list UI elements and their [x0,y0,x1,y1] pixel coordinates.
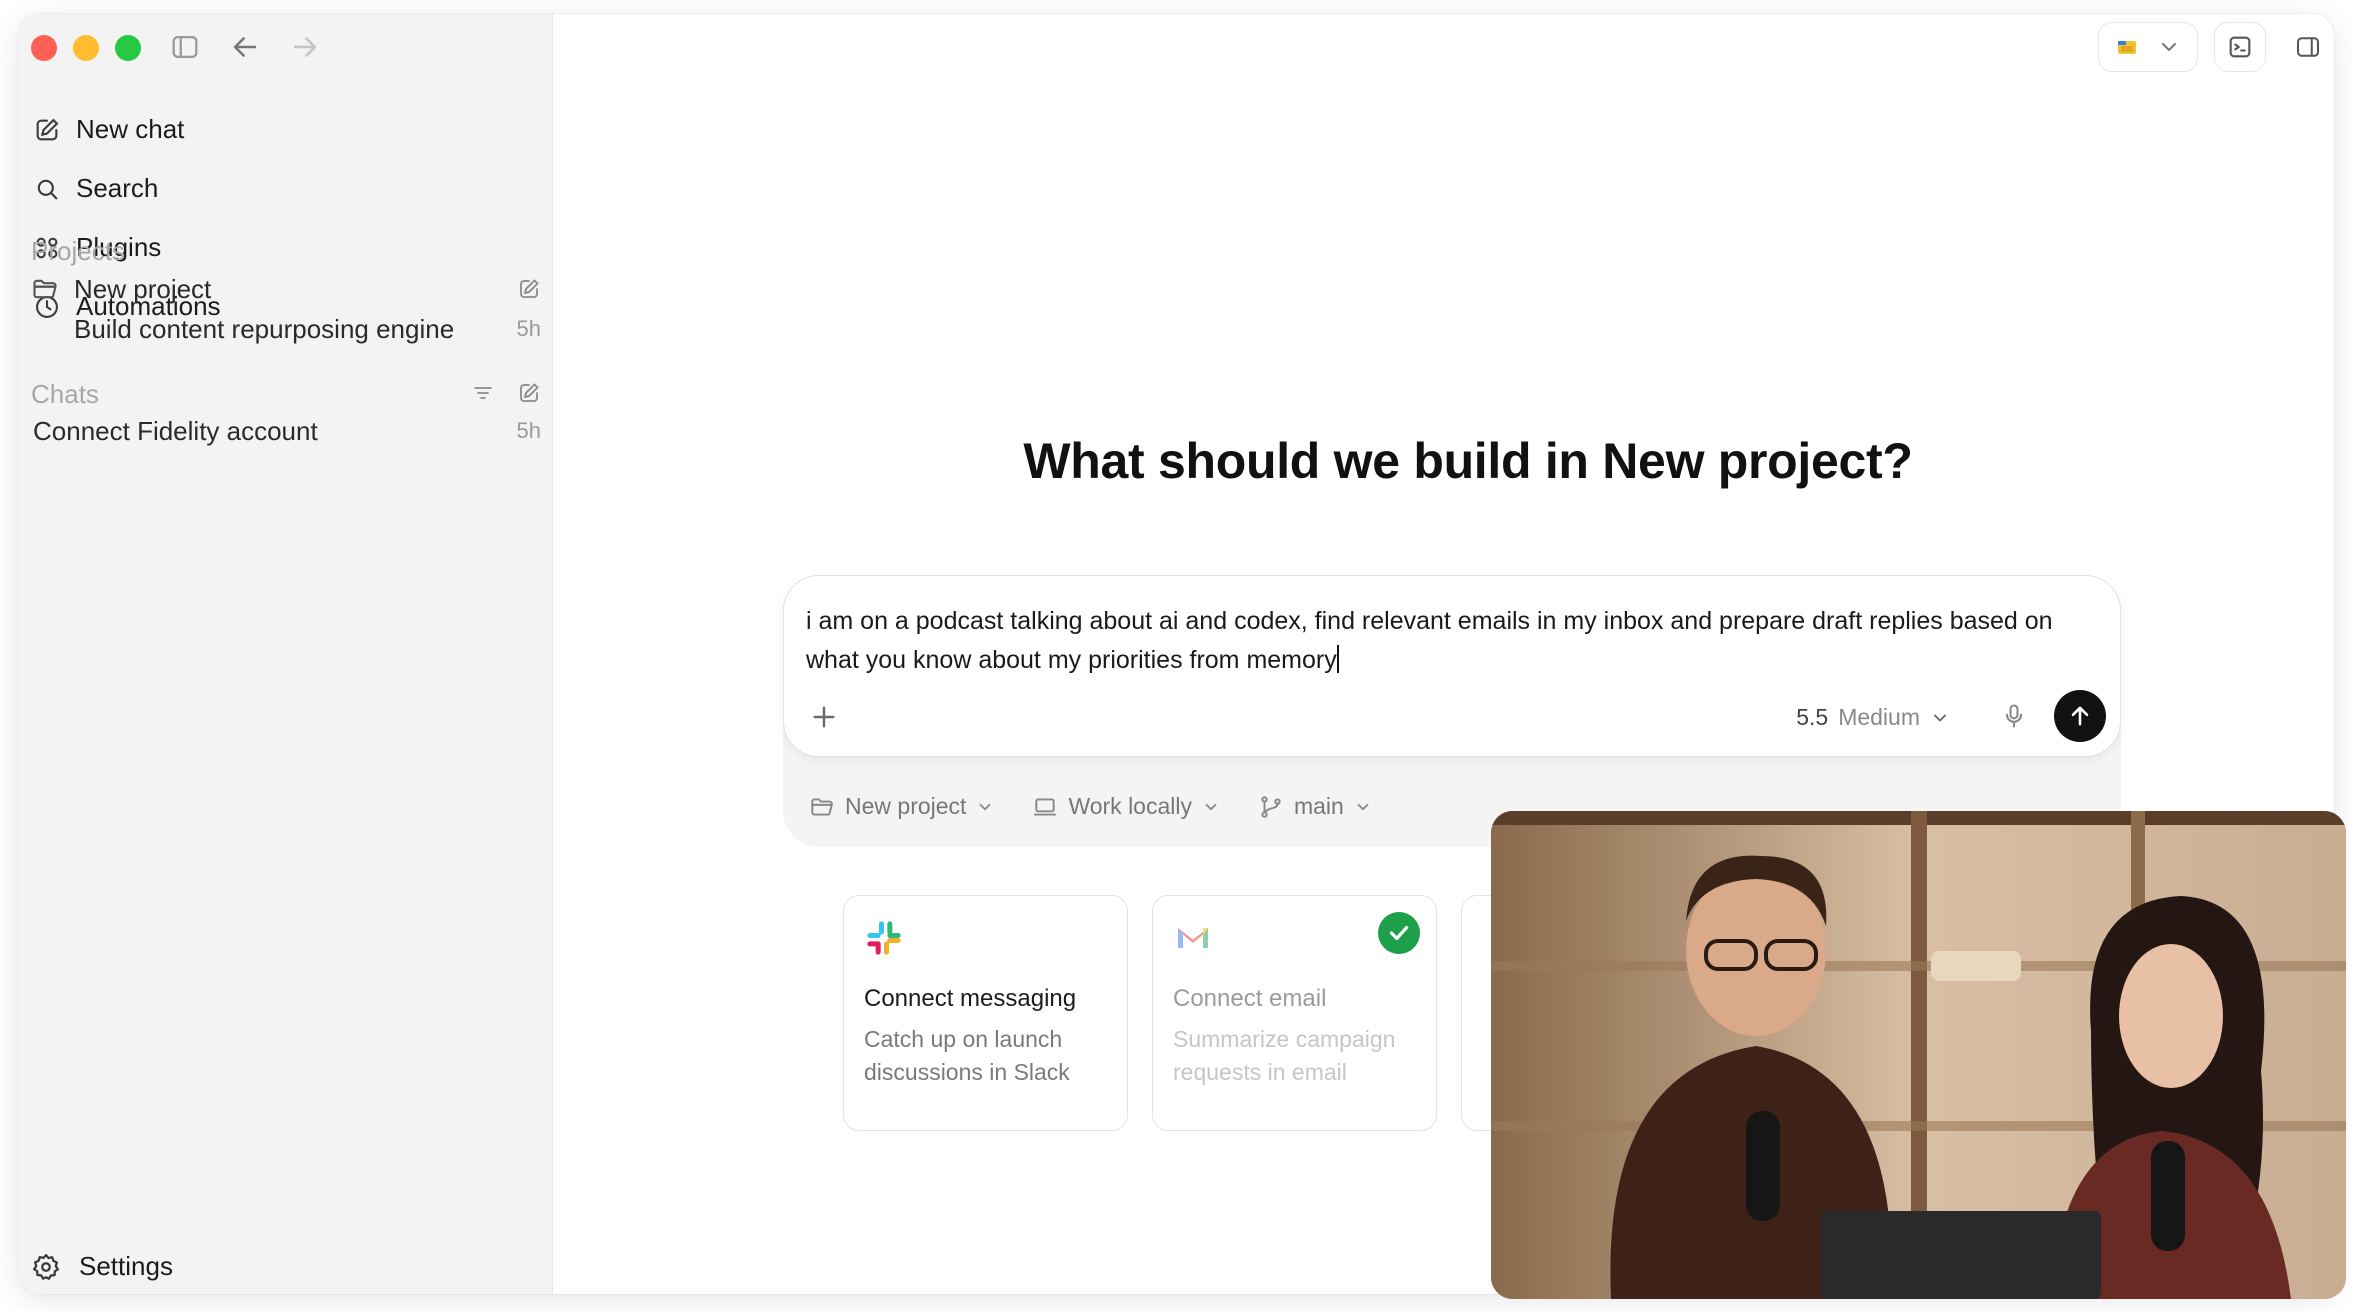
reasoning-level: Medium [1838,704,1920,730]
edit-icon [36,118,59,140]
project-folder-icon [811,797,833,816]
thread-time: 5h [516,316,541,341]
plus-icon [813,706,835,728]
gear-icon [33,1253,59,1280]
send-button[interactable] [2054,690,2106,742]
project-name: New project [74,273,212,304]
settings-label: Settings [79,1251,173,1281]
forward-arrow-icon[interactable] [288,30,322,69]
thread-title: Build content repurposing engine [74,313,455,344]
text-caret [1336,645,1339,673]
new-thread-icon[interactable] [517,277,541,301]
filter-icon[interactable] [471,381,495,405]
search-button[interactable]: Search [31,159,541,218]
arrow-up-icon [2071,706,2089,726]
folder-app-icon [2118,41,2136,54]
connected-check-badge [1378,912,1420,954]
project-dropdown[interactable]: New project [809,793,994,820]
chevron-down-icon [1205,803,1217,810]
branch-dropdown-label: main [1293,793,1344,819]
card-title: Connect messaging [864,985,1077,1012]
new-chat-icon[interactable] [517,381,541,405]
suggestion-card-messaging[interactable]: Connect messaging Catch up on launch dis… [843,895,1128,1131]
location-dropdown[interactable]: Work locally [1032,793,1220,820]
prompt-input[interactable]: i am on a podcast talking about ai and c… [806,602,2076,680]
minimize-window-button[interactable] [73,35,99,61]
panel-right-icon [2297,37,2319,57]
add-attachment-button[interactable] [808,701,840,738]
suggestion-card-email[interactable]: Connect email Summarize campaign request… [1152,895,1437,1131]
sidebar-toggle-icon[interactable] [168,30,202,69]
page-title: What should we build in New project? [1023,433,1913,489]
right-panel-toggle[interactable] [2282,22,2334,72]
prompt-text: i am on a podcast talking about ai and c… [806,607,2053,674]
sidebar: New chat Search Plugins Automations Proj… [18,14,553,1294]
new-chat-button[interactable]: New chat [31,100,541,159]
git-branch-icon [1261,795,1281,818]
chevron-down-icon [1357,803,1369,810]
composer-area: i am on a podcast talking about ai and c… [783,575,2121,847]
search-icon [37,179,58,199]
project-dropdown-label: New project [845,793,967,819]
chat-time: 5h [516,418,541,443]
context-bar: New project Work locally main [809,793,1372,820]
open-in-dropdown[interactable] [2098,22,2198,72]
video-overlay [1491,811,2346,1299]
window-controls [31,35,141,61]
branch-dropdown[interactable]: main [1258,793,1372,820]
location-dropdown-label: Work locally [1068,793,1192,819]
chevron-down-icon [980,803,991,810]
podcast-video-frame [1491,811,2346,1299]
chat-title: Connect Fidelity account [33,415,318,446]
search-label: Search [76,173,159,203]
folder-icon [33,279,57,299]
prompt-composer[interactable]: i am on a podcast talking about ai and c… [783,575,2121,757]
terminal-icon [2229,36,2251,58]
checkmark-icon [1389,925,1409,941]
chevron-down-icon [2162,43,2176,51]
maximize-window-button[interactable] [115,35,141,61]
settings-button[interactable]: Settings [31,1251,173,1282]
model-selector[interactable]: 5.5 Medium [1796,704,1950,731]
sidebar-toolbar [168,30,322,69]
laptop-icon [1034,797,1057,816]
microphone-icon [2005,704,2023,728]
sidebar-item-project-thread[interactable]: Build content repurposing engine 5h [31,312,541,346]
sidebar-item-new-project[interactable]: New project [31,272,541,306]
voice-input-button[interactable] [2000,702,2028,735]
suggestion-cards: Connect messaging Catch up on launch dis… [843,895,1502,1131]
close-window-button[interactable] [31,35,57,61]
projects-section-label: Projects [31,236,125,266]
card-title: Connect email [1173,985,1327,1012]
sidebar-item-chat[interactable]: Connect Fidelity account 5h [31,414,541,448]
card-description: Catch up on launch discussions in Slack [864,1026,1070,1085]
back-arrow-icon[interactable] [228,30,262,69]
chats-actions [31,376,541,410]
card-description: Summarize campaign requests in email [1173,1026,1396,1085]
chevron-down-icon [1934,714,1946,721]
model-version: 5.5 [1796,704,1829,730]
new-chat-label: New chat [76,114,185,144]
gmail-icon [1178,928,1208,948]
window-toolbar [2098,22,2334,72]
slack-icon [867,921,901,955]
terminal-button[interactable] [2214,22,2266,72]
